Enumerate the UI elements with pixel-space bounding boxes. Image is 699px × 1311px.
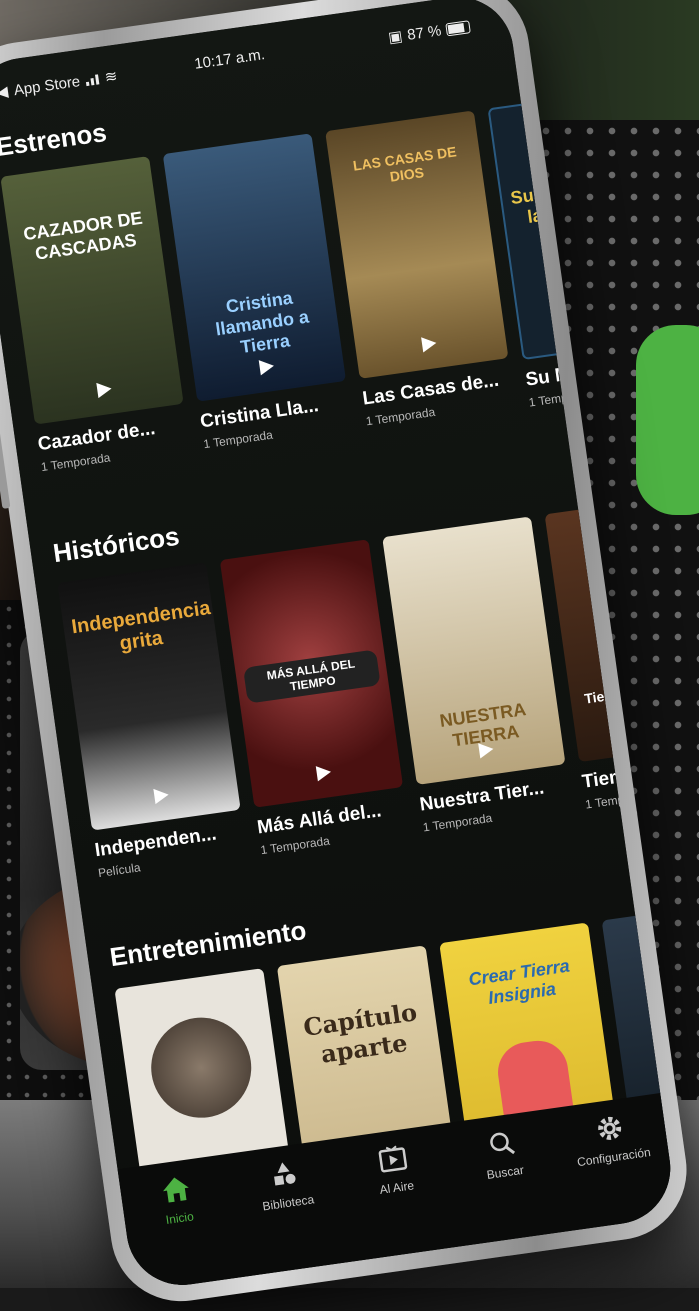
tv-play-icon (378, 1145, 408, 1173)
tab-biblioteca[interactable]: Biblioteca (238, 1154, 334, 1216)
clock: 10:17 a.m. (193, 46, 266, 73)
tab-al-aire[interactable]: Al Aire (346, 1139, 442, 1201)
tab-label: Al Aire (378, 1178, 415, 1197)
play-icon (258, 360, 274, 376)
content-card[interactable]: CAZADOR DE CASCADAS Cazador de... 1 Temp… (0, 156, 191, 478)
section-title-historicos: Históricos (51, 520, 182, 569)
lock-icon: ▣ (387, 27, 404, 47)
signal-icon (85, 73, 100, 86)
back-to-app-label[interactable]: App Store (13, 73, 81, 99)
tab-configuracion[interactable]: Configuración (563, 1108, 659, 1170)
tab-label: Buscar (485, 1162, 525, 1182)
battery-icon (445, 19, 471, 36)
gear-icon (598, 1116, 622, 1140)
play-icon (153, 788, 169, 805)
carousel-historicos[interactable]: Independencia grita Independen... Pelícu… (57, 506, 645, 880)
section-title-estrenos: Estrenos (0, 116, 109, 163)
phone-side-button (0, 418, 11, 509)
shapes-icon (274, 1162, 296, 1186)
home-icon (162, 1177, 189, 1203)
poster[interactable]: Cristina llamando a Tierra (162, 133, 347, 402)
tab-label: Biblioteca (261, 1192, 316, 1214)
decorative-green-shape (636, 325, 699, 515)
content-card[interactable]: NUESTRA TIERRA Nuestra Tier... 1 Tempora… (382, 516, 572, 834)
play-icon (315, 766, 332, 782)
tab-inicio[interactable]: Inicio (129, 1169, 225, 1231)
tab-buscar[interactable]: Buscar (455, 1124, 551, 1186)
tab-label: Inicio (164, 1209, 195, 1228)
play-icon (421, 337, 437, 353)
play-icon (96, 382, 112, 399)
tab-label: Configuración (576, 1145, 652, 1170)
poster-artwork (144, 1011, 258, 1125)
search-icon (489, 1132, 515, 1155)
content-card[interactable]: Independencia grita Independen... Pelícu… (57, 562, 247, 880)
back-arrow-icon[interactable]: ◀ (0, 82, 9, 101)
content-card[interactable]: Cristina llamando a Tierra Cristina Lla.… (162, 133, 354, 455)
section-title-entretenimiento: Entretenimiento (107, 914, 309, 973)
carousel-estrenos[interactable]: CAZADOR DE CASCADAS Cazador de... 1 Temp… (0, 99, 589, 478)
content-card[interactable]: LAS CASAS DE DIOS Las Casas de... 1 Temp… (325, 110, 516, 432)
content-card[interactable]: MÁS ALLÁ DEL TIEMPO Más Allá del... 1 Te… (219, 539, 410, 857)
play-icon (478, 743, 494, 759)
poster[interactable]: NUESTRA TIERRA (382, 516, 566, 785)
battery-percent: 87 % (406, 21, 443, 44)
poster[interactable]: Independencia grita (57, 562, 241, 831)
poster[interactable]: LAS CASAS DE DIOS (325, 110, 509, 379)
poster[interactable]: MÁS ALLÁ DEL TIEMPO (219, 539, 404, 808)
poster[interactable]: CAZADOR DE CASCADAS (0, 156, 184, 425)
wifi-icon: ≋ (103, 67, 119, 87)
